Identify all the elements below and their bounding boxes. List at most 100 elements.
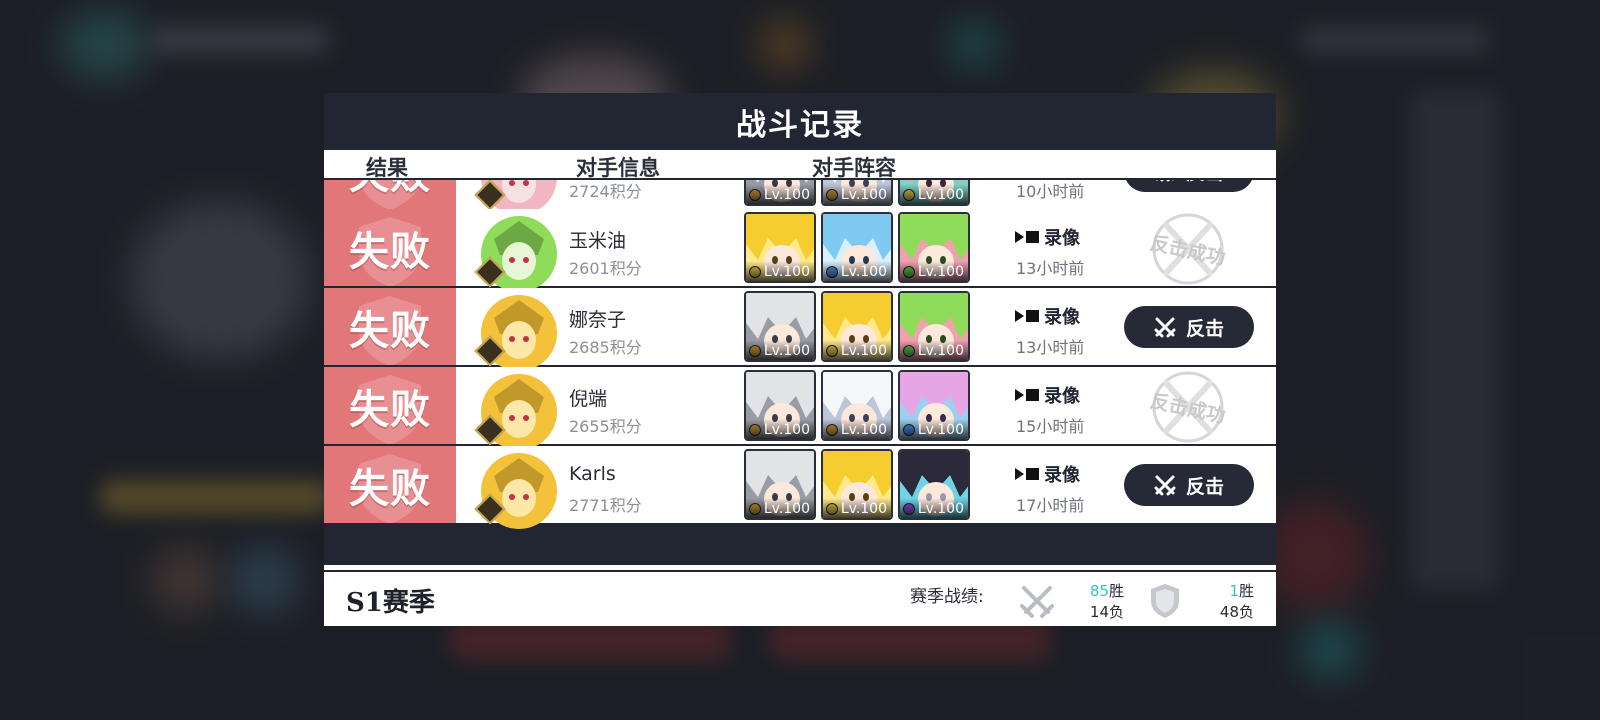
battle-time: 10小时前 bbox=[1016, 182, 1085, 201]
opponent-name: 玉米油 bbox=[569, 230, 627, 252]
hero-level: Lv.100 bbox=[900, 261, 968, 281]
lineup-hero-portrait[interactable]: Lv.100 bbox=[821, 212, 893, 283]
attack-wins: 85胜 bbox=[1064, 580, 1124, 601]
attack-wins-suffix: 胜 bbox=[1108, 582, 1124, 600]
lineup-hero-portrait[interactable]: Lv.100 bbox=[821, 291, 893, 362]
lineup-hero-portrait[interactable]: Lv.100 bbox=[898, 449, 970, 520]
play-icon bbox=[1014, 308, 1040, 324]
battle-record-row: 失败 娜奈子 2685积分 Lv.100 Lv.100 Lv.100 录像 13小时前 反击 bbox=[324, 288, 1276, 371]
counter-success-stamp: 反击成功 bbox=[1142, 369, 1234, 445]
hero-level: Lv.100 bbox=[823, 340, 891, 360]
dialog-header: 战斗记录 bbox=[324, 93, 1276, 150]
result-cell: 失败 bbox=[324, 180, 456, 209]
column-opponent-lineup: 对手阵容 bbox=[812, 155, 896, 180]
counter-success-stamp: 反击成功 bbox=[1142, 211, 1234, 287]
counterattack-label: 反击 bbox=[1185, 475, 1224, 498]
result-label: 失败 bbox=[349, 385, 431, 433]
result-cell: 失败 bbox=[324, 446, 456, 523]
battle-time: 17小时前 bbox=[1016, 496, 1085, 515]
hero-level: Lv.100 bbox=[900, 419, 968, 439]
result-cell: 失败 bbox=[324, 288, 456, 365]
result-label: 失败 bbox=[349, 464, 431, 512]
lineup-hero-portrait[interactable]: Lv.100 bbox=[821, 449, 893, 520]
opponent-score: 2601积分 bbox=[569, 259, 642, 278]
lineup-hero-portrait[interactable]: Lv.100 bbox=[744, 449, 816, 520]
replay-label: 录像 bbox=[1044, 228, 1080, 249]
attack-losses: 14负 bbox=[1089, 603, 1124, 621]
crossed-swords-icon bbox=[1155, 180, 1175, 182]
battle-record-dialog: 战斗记录 结果 对手信息 对手阵容 失败电蜘蛛2724积分Lv.100Lv.10… bbox=[324, 93, 1276, 626]
counterattack-button[interactable]: 反击 bbox=[1124, 180, 1254, 192]
play-icon bbox=[1014, 229, 1040, 245]
counterattack-label: 反击 bbox=[1186, 180, 1224, 185]
opponent-name: 倪端 bbox=[569, 388, 608, 410]
defense-shield-icon bbox=[1151, 584, 1179, 618]
lineup-hero-portrait[interactable]: Lv.100 bbox=[744, 370, 816, 441]
battle-record-row: 失败 Karls 2771积分 Lv.100 Lv.100 Lv.100 录像 17小时前 反击 bbox=[324, 446, 1276, 529]
hero-level: Lv.100 bbox=[823, 261, 891, 281]
lineup-hero-portrait[interactable]: Lv.100 bbox=[821, 180, 893, 206]
hero-level: Lv.100 bbox=[746, 498, 814, 518]
season-label: S1赛季 bbox=[346, 588, 435, 618]
replay-button[interactable]: 录像 bbox=[1014, 303, 1080, 329]
counterattack-button[interactable]: 反击 bbox=[1124, 306, 1254, 348]
column-opponent-info: 对手信息 bbox=[576, 155, 660, 180]
result-cell: 失败 bbox=[324, 367, 456, 444]
replay-label: 录像 bbox=[1044, 386, 1080, 407]
hero-level: Lv.100 bbox=[823, 498, 891, 518]
lineup-hero-portrait[interactable]: Lv.100 bbox=[744, 291, 816, 362]
defense-wins: 1胜 bbox=[1192, 580, 1254, 601]
crossed-swords-icon bbox=[1154, 475, 1176, 496]
counterattack-button[interactable]: 反击 bbox=[1124, 464, 1254, 506]
opponent-score: 2655积分 bbox=[569, 417, 642, 436]
battle-record-list[interactable]: 失败电蜘蛛2724积分Lv.100Lv.100Lv.100录像10小时前反击失败… bbox=[324, 180, 1276, 565]
defense-wins-suffix: 胜 bbox=[1238, 582, 1254, 600]
hero-level: Lv.100 bbox=[746, 340, 814, 360]
hero-level: Lv.100 bbox=[900, 184, 968, 204]
replay-label: 录像 bbox=[1044, 465, 1080, 486]
attack-swords-icon bbox=[1020, 586, 1054, 618]
season-stats-label: 赛季战绩: bbox=[910, 587, 984, 607]
battle-record-row: 失败 玉米油 2601积分 Lv.100 Lv.100 Lv.100 录像 13小时前 反击成功 bbox=[324, 209, 1276, 292]
hero-level: Lv.100 bbox=[823, 419, 891, 439]
hero-level: Lv.100 bbox=[746, 184, 814, 204]
play-icon bbox=[1014, 466, 1040, 482]
lineup-hero-portrait[interactable]: Lv.100 bbox=[821, 370, 893, 441]
hero-level: Lv.100 bbox=[746, 419, 814, 439]
lineup-hero-portrait[interactable]: Lv.100 bbox=[898, 212, 970, 283]
lineup-hero-portrait[interactable]: Lv.100 bbox=[744, 212, 816, 283]
play-icon bbox=[1014, 387, 1040, 403]
opponent-name: Karls bbox=[569, 463, 616, 485]
hero-level: Lv.100 bbox=[823, 184, 891, 204]
counterattack-label: 反击 bbox=[1185, 317, 1224, 340]
battle-record-row: 失败 倪端 2655积分 Lv.100 Lv.100 Lv.100 录像 15小时前 反击成功 bbox=[324, 367, 1276, 450]
lineup-hero-portrait[interactable]: Lv.100 bbox=[744, 180, 816, 206]
replay-button[interactable]: 录像 bbox=[1014, 461, 1080, 487]
opponent-score: 2724积分 bbox=[569, 182, 642, 201]
attack-wins-value: 85 bbox=[1089, 582, 1109, 600]
column-header: 结果 对手信息 对手阵容 bbox=[324, 150, 1276, 180]
defense-wins-value: 1 bbox=[1229, 582, 1239, 600]
battle-time: 13小时前 bbox=[1016, 259, 1085, 278]
lineup-hero-portrait[interactable]: Lv.100 bbox=[898, 370, 970, 441]
battle-record-row: 失败电蜘蛛2724积分Lv.100Lv.100Lv.100录像10小时前反击 bbox=[324, 180, 1276, 215]
replay-button[interactable]: 录像 bbox=[1014, 224, 1080, 250]
opponent-name: 娜奈子 bbox=[569, 309, 627, 331]
replay-button[interactable]: 录像 bbox=[1014, 382, 1080, 408]
defense-losses: 48负 bbox=[1219, 603, 1254, 621]
dialog-title: 战斗记录 bbox=[736, 107, 864, 143]
column-result: 结果 bbox=[366, 155, 408, 180]
result-label: 失败 bbox=[349, 227, 431, 275]
result-label: 失败 bbox=[349, 180, 431, 200]
crossed-swords-icon bbox=[1154, 317, 1176, 338]
hero-level: Lv.100 bbox=[746, 261, 814, 281]
hero-level: Lv.100 bbox=[900, 498, 968, 518]
result-label: 失败 bbox=[349, 306, 431, 354]
replay-label: 录像 bbox=[1044, 307, 1080, 328]
opponent-score: 2771积分 bbox=[569, 496, 642, 515]
lineup-hero-portrait[interactable]: Lv.100 bbox=[898, 291, 970, 362]
lineup-hero-portrait[interactable]: Lv.100 bbox=[898, 180, 970, 206]
result-cell: 失败 bbox=[324, 209, 456, 286]
battle-time: 15小时前 bbox=[1016, 417, 1085, 436]
season-footer: S1赛季 赛季战绩: 85胜 14负 1胜 48负 bbox=[324, 570, 1276, 626]
